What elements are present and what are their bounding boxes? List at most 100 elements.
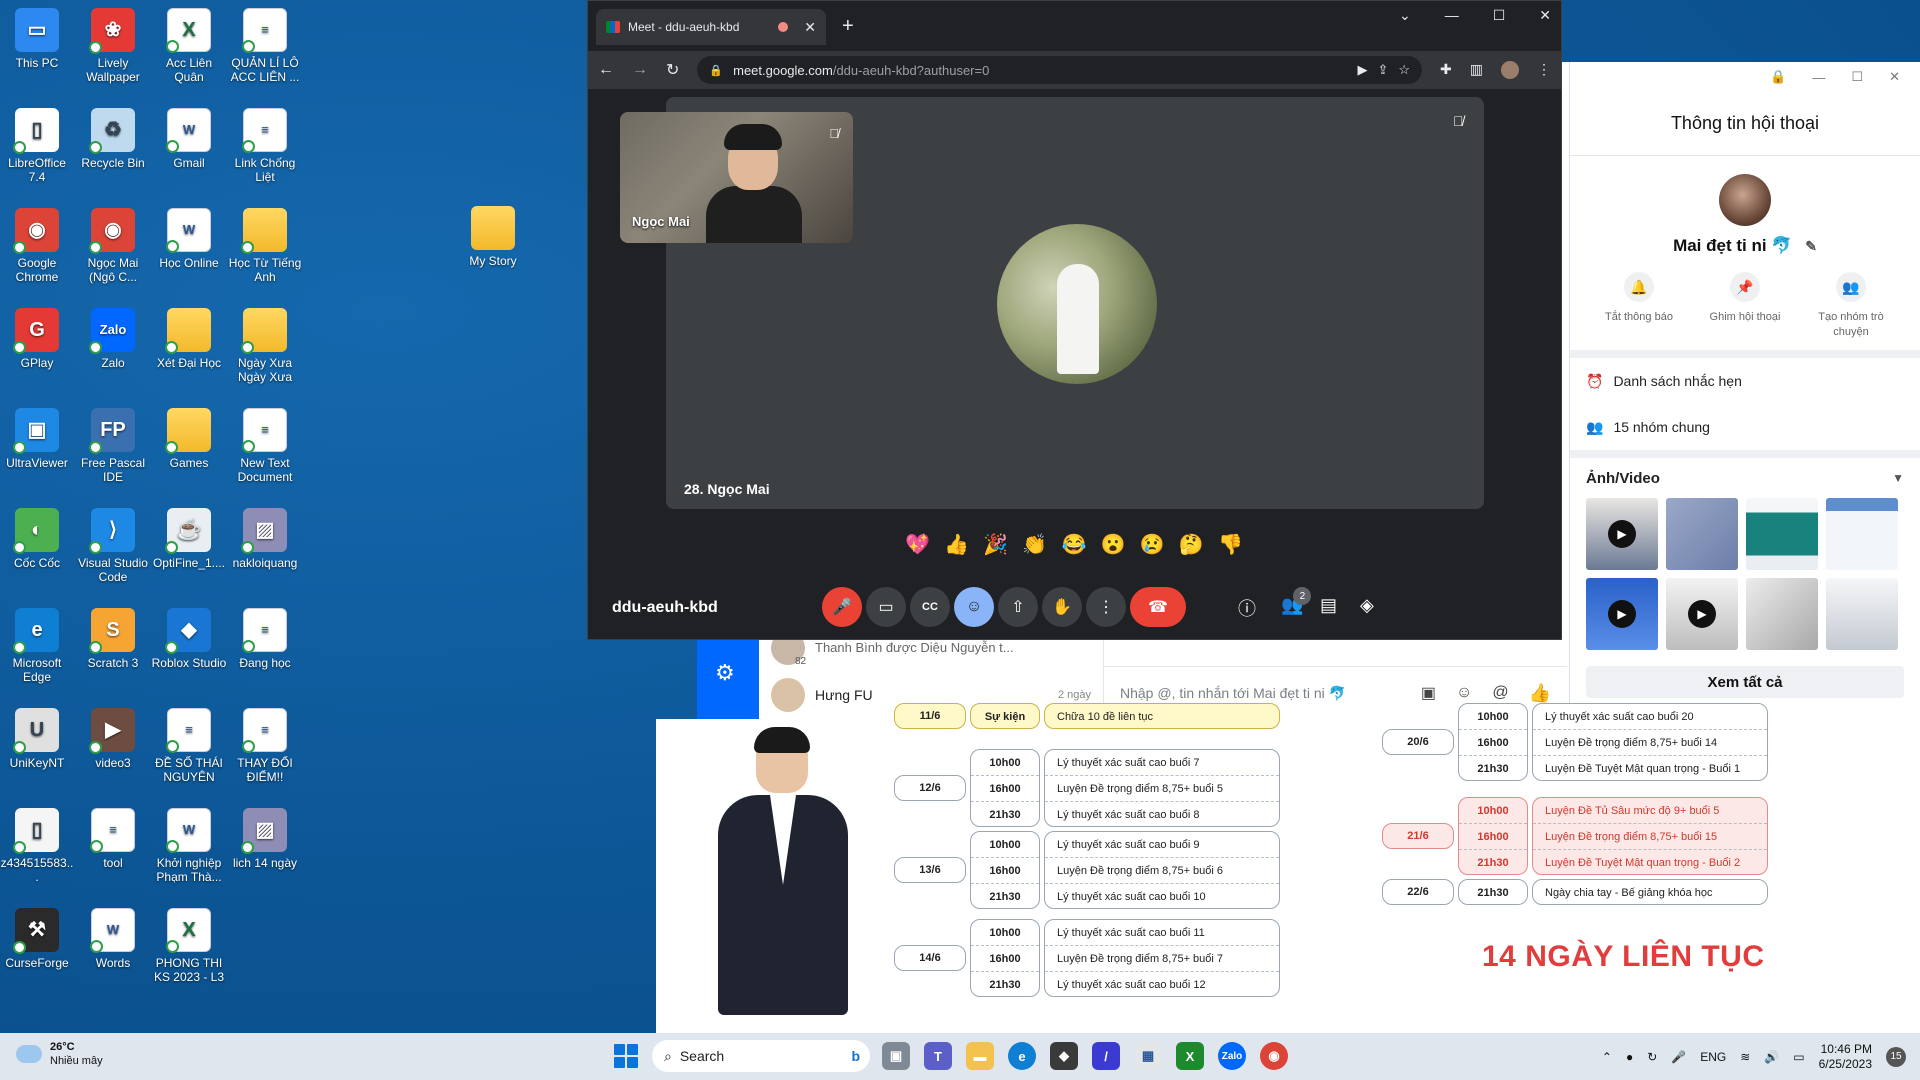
desktop-icon[interactable]: W Words bbox=[75, 902, 151, 970]
desktop-icon[interactable]: FP Free Pascal IDE bbox=[75, 402, 151, 484]
maximize-icon[interactable]: ☐ bbox=[1851, 69, 1863, 85]
weather-widget[interactable]: 26°C Nhiều mây bbox=[16, 1040, 103, 1068]
desktop-icon[interactable]: ⟩ Visual Studio Code bbox=[75, 502, 151, 584]
zalo-icon[interactable]: Zalo bbox=[1218, 1042, 1246, 1070]
minimize-icon[interactable]: — bbox=[1445, 7, 1459, 24]
edit-icon[interactable]: ✎ bbox=[1805, 238, 1817, 254]
microphone-icon[interactable]: 🎤 bbox=[1671, 1050, 1686, 1064]
desktop-icon[interactable]: ≡ ĐỀ SỐ THÁI NGUYÊN bbox=[151, 702, 227, 784]
desktop-icon[interactable]: Zalo Zalo bbox=[75, 302, 151, 370]
desktop-icon[interactable]: Games bbox=[151, 402, 227, 470]
desktop-icon[interactable]: ❀ Lively Wallpaper bbox=[75, 2, 151, 84]
battery-icon[interactable]: ▭ bbox=[1793, 1050, 1804, 1064]
volume-icon[interactable]: 🔊 bbox=[1764, 1050, 1779, 1064]
side-panel-icon[interactable]: ▥ bbox=[1470, 61, 1483, 79]
app-icon[interactable]: ◆ bbox=[1050, 1042, 1078, 1070]
desktop-icon[interactable]: Xét Đại Học bbox=[151, 302, 227, 370]
unikey-icon[interactable]: / bbox=[1092, 1042, 1120, 1070]
media-thumbnail[interactable] bbox=[1666, 498, 1738, 570]
media-thumbnail[interactable]: ▶ bbox=[1586, 578, 1658, 650]
desktop-icon[interactable]: ♻ Recycle Bin bbox=[75, 102, 151, 170]
desktop-icon[interactable]: Ngày Xưa Ngày Xưa bbox=[227, 302, 303, 384]
notification-badge[interactable]: 15 bbox=[1886, 1046, 1906, 1067]
start-button[interactable] bbox=[614, 1044, 638, 1068]
desktop-icon[interactable]: ⚒ CurseForge bbox=[0, 902, 75, 970]
emoji-icon[interactable]: ☺ bbox=[1456, 684, 1472, 702]
desktop-icon[interactable]: ≡ THAY ĐỔI ĐIỂM!! bbox=[227, 702, 303, 784]
maximize-icon[interactable]: ☐ bbox=[1493, 7, 1506, 24]
edge-icon[interactable]: e bbox=[1008, 1042, 1036, 1070]
info-icon[interactable]: ⓘ bbox=[1238, 595, 1256, 621]
reactions-button[interactable]: ☺ bbox=[954, 587, 994, 627]
card-icon[interactable]: ▣ bbox=[1421, 683, 1436, 703]
contact-avatar[interactable] bbox=[1719, 174, 1771, 226]
network-app-icon[interactable]: ● bbox=[1626, 1050, 1633, 1064]
desktop-icon[interactable]: ≡ Link Chống Liệt bbox=[227, 102, 303, 184]
camera-toggle-button[interactable]: ▭ bbox=[866, 587, 906, 627]
raise-hand-button[interactable]: ✋ bbox=[1042, 587, 1082, 627]
desktop-icon[interactable]: X PHONG THI KS 2023 - L3 bbox=[151, 902, 227, 984]
store-icon[interactable]: ▦ bbox=[1134, 1042, 1162, 1070]
close-icon[interactable]: ✕ bbox=[1539, 7, 1551, 24]
desktop-icon[interactable]: ≡ tool bbox=[75, 802, 151, 870]
desktop-icon[interactable]: ◉ Ngọc Mai (Ngô C... bbox=[75, 202, 151, 284]
pin-button[interactable]: 📌 Ghim hội thoại bbox=[1700, 272, 1790, 340]
new-tab-button[interactable]: + bbox=[842, 15, 854, 38]
desktop-icon[interactable]: ≡ QUẢN LÍ LÔ ACC LIÊN ... bbox=[227, 2, 303, 84]
desktop-icon[interactable]: X Acc Liên Quân bbox=[151, 2, 227, 84]
activities-icon[interactable]: ◈ bbox=[1360, 595, 1374, 616]
desktop-icon[interactable]: ▨ nakloiquang bbox=[227, 502, 303, 570]
media-thumbnail[interactable] bbox=[1826, 578, 1898, 650]
profile-avatar[interactable] bbox=[1501, 61, 1519, 79]
common-groups-item[interactable]: 👥 15 nhóm chung bbox=[1570, 404, 1920, 450]
desktop-icon[interactable]: ≡ New Text Document bbox=[227, 402, 303, 484]
back-icon[interactable]: ← bbox=[598, 61, 614, 79]
see-all-button[interactable]: Xem tất cả bbox=[1586, 666, 1904, 698]
reaction-emoji[interactable]: 🤔 bbox=[1179, 532, 1204, 557]
thumbs-up-icon[interactable]: 👍 bbox=[1529, 683, 1551, 704]
media-thumbnail[interactable] bbox=[1746, 578, 1818, 650]
reaction-emoji[interactable]: 👏 bbox=[1022, 532, 1047, 557]
menu-icon[interactable]: ⋮ bbox=[1537, 61, 1551, 79]
reaction-emoji[interactable]: 👎 bbox=[1218, 532, 1243, 557]
captions-button[interactable]: CC bbox=[910, 587, 950, 627]
more-options-button[interactable]: ⋮ bbox=[1086, 587, 1126, 627]
leave-call-button[interactable]: ☎ bbox=[1130, 587, 1186, 627]
chat-icon[interactable]: ▤ bbox=[1320, 595, 1337, 616]
reminders-item[interactable]: ⏰ Danh sách nhắc hẹn bbox=[1570, 358, 1920, 404]
language-indicator[interactable]: ENG bbox=[1700, 1050, 1726, 1064]
desktop-icon[interactable]: W Gmail bbox=[151, 102, 227, 170]
close-tab-icon[interactable]: ✕ bbox=[804, 19, 816, 36]
reaction-emoji[interactable]: 💖 bbox=[905, 532, 930, 557]
close-icon[interactable]: ✕ bbox=[1889, 69, 1900, 85]
taskbar-search[interactable]: ⌕ Search b bbox=[652, 1040, 870, 1072]
desktop-icon[interactable]: ≡ Đang học bbox=[227, 602, 303, 670]
teams-icon[interactable]: T bbox=[924, 1042, 952, 1070]
file-explorer-icon[interactable]: ▬ bbox=[966, 1042, 994, 1070]
reaction-emoji[interactable]: 😂 bbox=[1062, 532, 1087, 557]
tab-meet[interactable]: Meet - ddu-aeuh-kbd ✕ bbox=[596, 9, 826, 45]
mute-button[interactable]: 🔔 Tắt thông báo bbox=[1594, 272, 1684, 340]
desktop-icon[interactable]: ☕ OptiFine_1.... bbox=[151, 502, 227, 570]
desktop-icon[interactable]: ◐ Cốc Cốc bbox=[0, 502, 75, 570]
reaction-emoji[interactable]: 😢 bbox=[1140, 532, 1165, 557]
desktop-icon[interactable]: ◆ Roblox Studio bbox=[151, 602, 227, 670]
desktop-icon[interactable]: My Story bbox=[455, 200, 531, 268]
reaction-emoji[interactable]: 😮 bbox=[1101, 532, 1126, 557]
task-view-icon[interactable]: ▣ bbox=[882, 1042, 910, 1070]
address-bar[interactable]: 🔒 meet.google.com/ddu-aeuh-kbd?authuser=… bbox=[697, 56, 1423, 84]
desktop-icon[interactable]: ▯ LibreOffice 7.4 bbox=[0, 102, 75, 184]
chevron-down-icon[interactable]: ⌄ bbox=[1399, 7, 1411, 24]
reaction-emoji[interactable]: 👍 bbox=[944, 532, 969, 557]
desktop-icon[interactable]: W Khởi nghiệp Phạm Thà... bbox=[151, 802, 227, 884]
minimize-icon[interactable]: — bbox=[1812, 70, 1825, 85]
desktop-icon[interactable]: ▨ lich 14 ngày bbox=[227, 802, 303, 870]
camera-icon[interactable]: ▶ bbox=[1357, 62, 1367, 78]
media-thumbnail[interactable] bbox=[1826, 498, 1898, 570]
mic-toggle-button[interactable]: 🎤 bbox=[822, 587, 862, 627]
desktop-icon[interactable]: U UniKeyNT bbox=[0, 702, 75, 770]
present-button[interactable]: ⇧ bbox=[998, 587, 1038, 627]
sync-icon[interactable]: ↻ bbox=[1647, 1050, 1657, 1064]
reaction-emoji[interactable]: 🎉 bbox=[983, 532, 1008, 557]
create-group-button[interactable]: 👥 Tạo nhóm trò chuyện bbox=[1806, 272, 1896, 340]
